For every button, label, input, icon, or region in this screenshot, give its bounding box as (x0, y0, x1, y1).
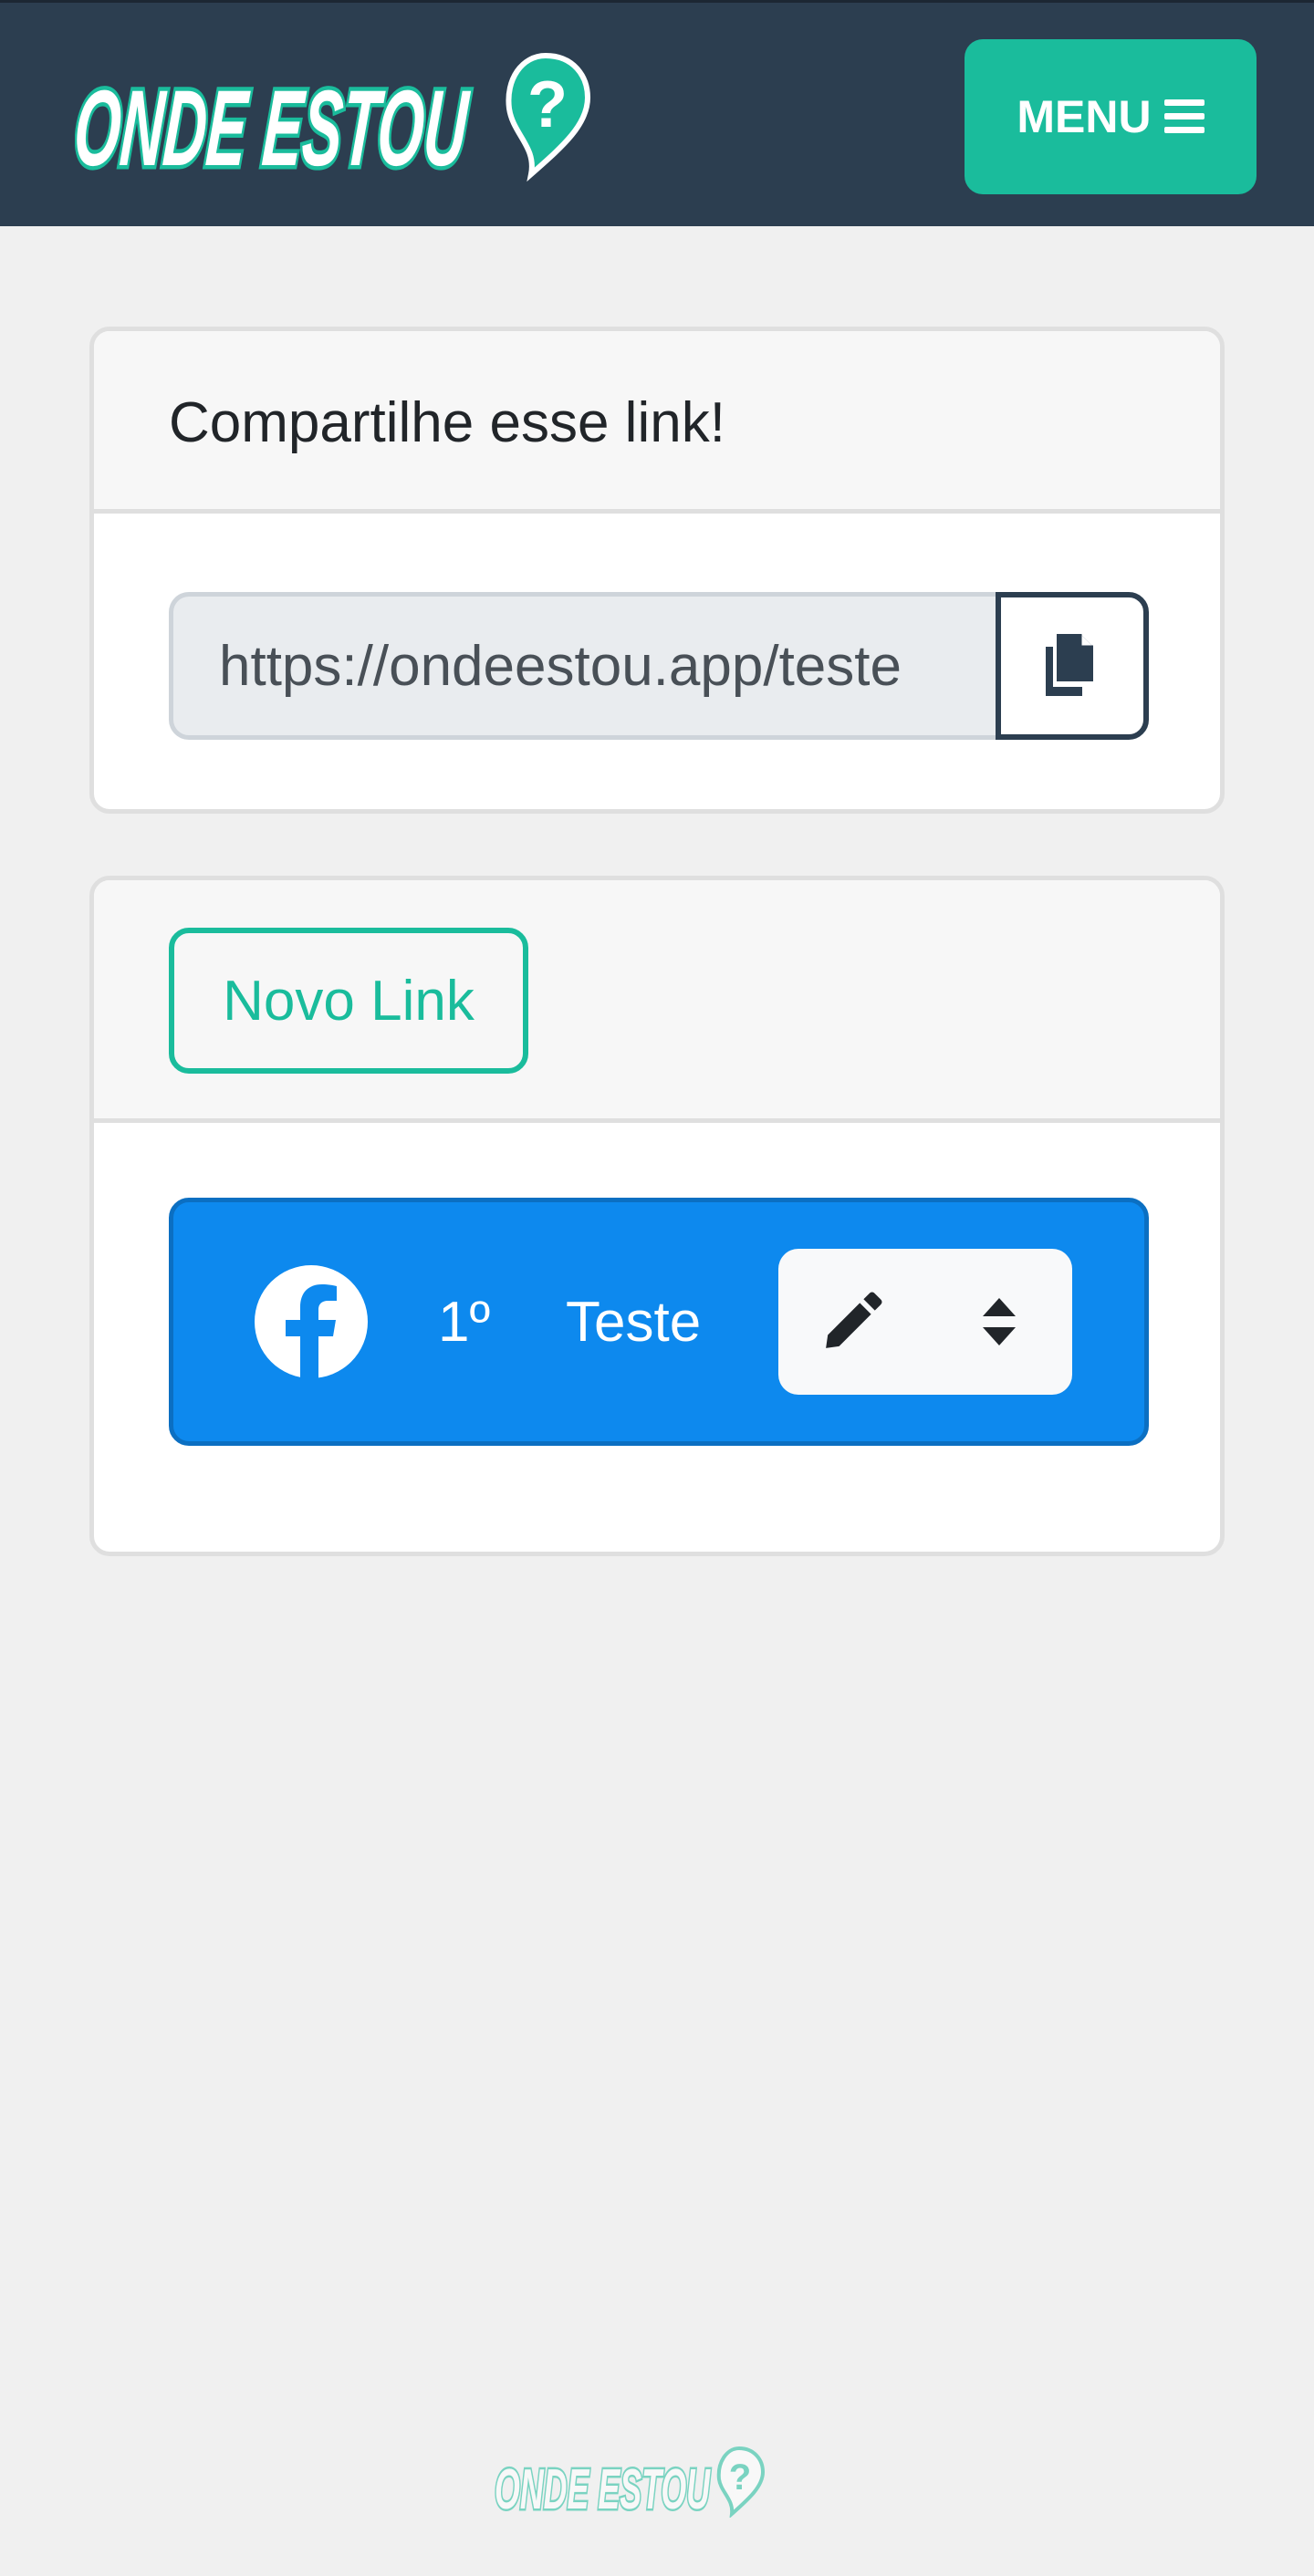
copy-icon (1046, 634, 1093, 696)
copy-button[interactable] (996, 592, 1149, 740)
svg-text:?: ? (527, 68, 568, 141)
svg-text:ONDE ESTOU: ONDE ESTOU (75, 68, 473, 185)
new-link-button[interactable]: Novo Link (169, 928, 528, 1074)
onde-estou-logo[interactable]: ONDE ESTOU ? (75, 48, 591, 185)
svg-text:ONDE ESTOU: ONDE ESTOU (495, 2458, 711, 2518)
footer-logo: ONDE ESTOU ? (493, 2446, 766, 2518)
share-card-header: Compartilhe esse link! (94, 331, 1220, 514)
share-url-input[interactable] (169, 592, 996, 740)
bars-icon (1163, 99, 1204, 134)
link-actions (778, 1249, 1072, 1395)
share-url-group (169, 592, 1149, 740)
pencil-icon (825, 1292, 881, 1348)
share-link-card: Compartilhe esse link! (89, 327, 1225, 814)
navbar: ONDE ESTOU ? MENU (0, 0, 1314, 226)
menu-button[interactable]: MENU (965, 39, 1257, 194)
links-card: Novo Link 1º Teste (89, 876, 1225, 1556)
link-item[interactable]: 1º Teste (169, 1198, 1149, 1446)
link-name: Teste (566, 1290, 702, 1354)
svg-text:?: ? (729, 2457, 751, 2498)
link-order: 1º (438, 1290, 491, 1354)
sort-icon (982, 1298, 1016, 1345)
edit-link-button[interactable] (778, 1249, 925, 1395)
links-card-header: Novo Link (94, 880, 1220, 1123)
facebook-icon (255, 1265, 368, 1380)
share-card-title: Compartilhe esse link! (169, 390, 725, 454)
reorder-link-button[interactable] (925, 1249, 1072, 1395)
menu-label: MENU (1017, 91, 1152, 142)
